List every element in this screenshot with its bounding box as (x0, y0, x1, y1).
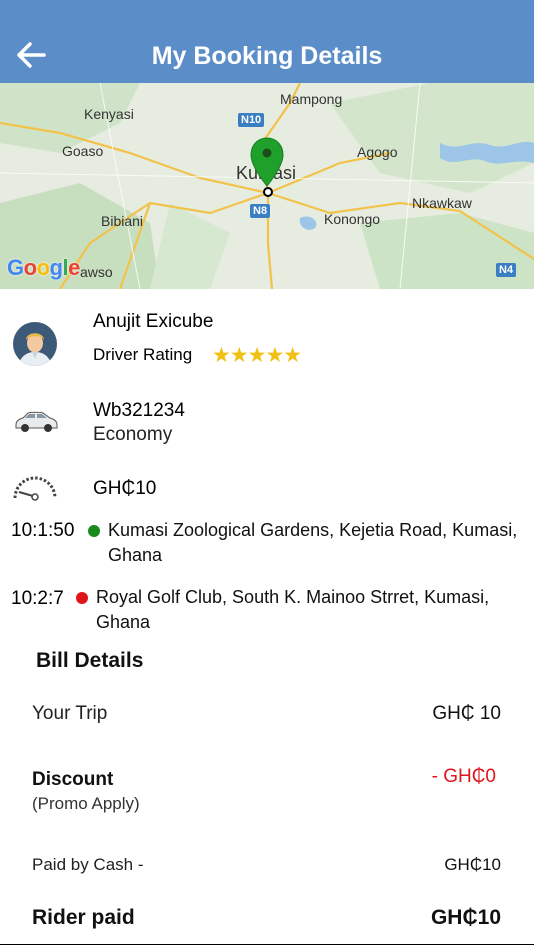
discount-subtitle: (Promo Apply) (32, 794, 140, 813)
pickup-dot-icon (88, 525, 100, 537)
driver-avatar-icon (13, 322, 57, 366)
your-trip-label: Your Trip (32, 703, 108, 724)
dropoff-time: 10:2:7 (11, 588, 64, 609)
map-label: Bibiani (101, 213, 144, 229)
route-map[interactable]: Mampong Kenyasi Goaso Agogo Kumasi Bibia… (0, 83, 534, 289)
google-logo: Google (7, 255, 80, 280)
map-label: Agogo (357, 144, 398, 160)
map-label: awso (80, 264, 113, 280)
paid-by-value: GH₵10 (444, 855, 501, 874)
discount-label: Discount (32, 769, 114, 790)
vehicle-class: Economy (93, 424, 173, 445)
vehicle-plate: Wb321234 (93, 400, 185, 421)
car-icon (15, 411, 58, 432)
page-title: My Booking Details (151, 42, 383, 70)
map-label: Kenyasi (84, 106, 134, 122)
paid-by-label: Paid by Cash - (32, 855, 144, 874)
speedometer-icon (13, 476, 57, 501)
app-header: My Booking Details (0, 0, 534, 83)
trip-fare: GH₵10 (93, 478, 157, 499)
your-trip-value: GH₵ 10 (432, 703, 501, 724)
map-pin-icon[interactable] (249, 136, 285, 198)
driver-name: Anujit Exicube (93, 311, 214, 332)
discount-value: - GH₵0 (431, 766, 496, 787)
bill-details-title: Bill Details (36, 649, 144, 672)
road-shield: N8 (250, 204, 271, 218)
rider-paid-value: GH₵10 (430, 906, 501, 929)
rating-stars: ★★★★★ (212, 344, 302, 367)
pickup-time: 10:1:50 (11, 520, 75, 541)
map-label: Mampong (280, 91, 343, 107)
divider (0, 944, 534, 945)
rider-paid-label: Rider paid (32, 906, 135, 929)
map-label: Goaso (62, 143, 104, 159)
map-label: Nkawkaw (412, 195, 472, 211)
pickup-address: Kumasi Zoological Gardens, Kejetia Road,… (108, 520, 518, 565)
dropoff-address: Royal Golf Club, South K. Mainoo Strret,… (96, 587, 490, 632)
road-shield: N10 (238, 113, 265, 127)
dropoff-dot-icon (76, 592, 88, 604)
map-label: Konongo (324, 211, 381, 227)
road-shield: N4 (496, 263, 517, 277)
driver-rating-label: Driver Rating (93, 345, 193, 364)
